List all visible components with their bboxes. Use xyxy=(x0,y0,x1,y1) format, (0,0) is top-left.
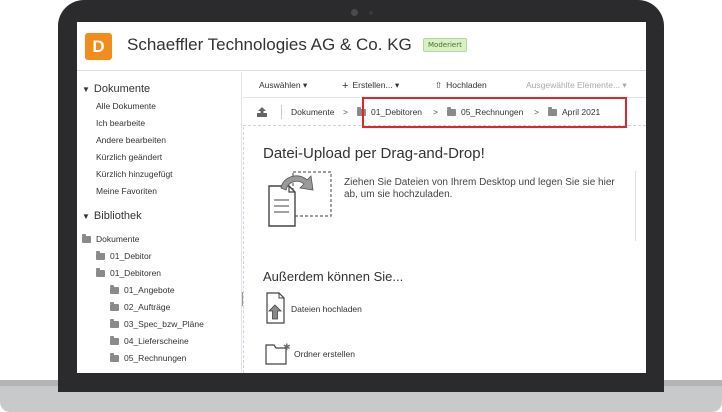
tree-item[interactable]: 05_Rechnungen xyxy=(110,353,186,363)
sidebar-section-library[interactable]: ▼ Bibliothek xyxy=(82,210,142,222)
create-folder-link[interactable]: Ordner erstellen xyxy=(294,349,355,359)
create-menu-button[interactable]: + Erstellen... ▾ xyxy=(342,80,399,92)
sidebar-link-favorites[interactable]: Meine Favoriten xyxy=(96,186,157,196)
folder-open-icon xyxy=(110,353,119,362)
sidebar-section-label: Dokumente xyxy=(93,83,151,95)
screen: D Schaeffler Technologies AG & Co. KG Mo… xyxy=(77,22,646,373)
select-menu-button[interactable]: Auswählen ▾ xyxy=(259,80,307,91)
divider xyxy=(281,105,282,119)
upload-button[interactable]: ⇧ Hochladen xyxy=(435,80,487,91)
site-title[interactable]: Schaeffler Technologies AG & Co. KG xyxy=(127,35,412,55)
sidebar-link-all-documents[interactable]: Alle Dokumente xyxy=(96,101,156,111)
sidebar-section-label: Bibliothek xyxy=(93,210,142,222)
create-folder-icon[interactable]: ✱ xyxy=(264,339,291,367)
toolbar: Auswählen ▾ + Erstellen... ▾ ⇧ Hochladen A… xyxy=(243,72,646,98)
tree-item-label: 02_Aufträge xyxy=(124,302,171,312)
tree-item[interactable]: 03_Spec_bzw_Pläne xyxy=(110,319,204,329)
upload-file-icon[interactable] xyxy=(264,292,286,324)
laptop-frame: D Schaeffler Technologies AG & Co. KG Mo… xyxy=(0,0,722,412)
sidebar-link-recently-modified[interactable]: Kürzlich geändert xyxy=(96,152,162,162)
divider xyxy=(635,171,636,241)
tree-item-label: 04_Lieferscheine xyxy=(124,336,189,346)
tree-item[interactable]: 02_Aufträge xyxy=(110,302,170,312)
tree-item-label: Dokumente xyxy=(96,234,140,244)
svg-text:✱: ✱ xyxy=(283,343,291,353)
breadcrumb-root[interactable]: Dokumente xyxy=(291,107,334,117)
folder-icon xyxy=(96,251,105,260)
tree-item-label: 01_Debitoren xyxy=(110,268,162,278)
folder-icon xyxy=(110,302,119,311)
tree-item-label: 01_Debitor xyxy=(110,251,152,261)
site-header: D Schaeffler Technologies AG & Co. KG Mo… xyxy=(77,22,646,71)
expand-triangle-icon: ▼ xyxy=(82,212,90,221)
tree-item[interactable]: 04_Lieferscheine xyxy=(110,336,189,346)
folder-icon xyxy=(110,285,119,294)
folder-icon xyxy=(82,234,91,243)
sidebar: ▼ Dokumente Alle Dokumente Ich bearbeite … xyxy=(77,72,242,373)
folder-up-icon[interactable] xyxy=(256,106,268,118)
also-title: Außerdem können Sie... xyxy=(263,269,404,284)
highlight-box xyxy=(362,97,627,128)
expand-triangle-icon: ▼ xyxy=(82,85,90,94)
upload-icon: ⇧ xyxy=(435,80,443,90)
status-badge: Moderiert xyxy=(423,38,467,52)
site-logo[interactable]: D xyxy=(85,33,112,60)
sidebar-link-recently-added[interactable]: Kürzlich hinzugefügt xyxy=(96,169,173,179)
tree-item[interactable]: 01_Debitor xyxy=(96,251,152,261)
folder-open-icon xyxy=(96,268,105,277)
sidebar-section-documents[interactable]: ▼ Dokumente xyxy=(82,83,150,95)
sensor-icon xyxy=(369,11,373,15)
create-label: Erstellen... ▾ xyxy=(352,80,400,90)
upload-title: Datei-Upload per Drag-and-Drop! xyxy=(263,145,485,162)
folder-icon xyxy=(110,336,119,345)
tree-item[interactable]: 01_Debitoren xyxy=(96,268,161,278)
breadcrumb-separator: > xyxy=(343,107,348,117)
sidebar-link-others-edit[interactable]: Andere bearbeiten xyxy=(96,135,166,145)
tree-item-label: 03_Spec_bzw_Pläne xyxy=(124,319,204,329)
tree-item[interactable]: Dokumente xyxy=(82,234,139,244)
folder-icon xyxy=(110,319,119,328)
sidebar-link-i-edit[interactable]: Ich bearbeite xyxy=(96,118,145,128)
drag-drop-icon xyxy=(268,171,332,227)
tree-item-label: 05_Rechnungen xyxy=(124,353,187,363)
plus-icon: + xyxy=(342,80,349,92)
upload-label: Hochladen xyxy=(446,80,487,90)
upload-drop-zone[interactable]: Datei-Upload per Drag-and-Drop! Ziehen S… xyxy=(243,127,646,373)
upload-files-link[interactable]: Dateien hochladen xyxy=(291,304,362,314)
tree-item-label: 01_Angebote xyxy=(124,285,175,295)
upload-instructions: Ziehen Sie Dateien von Ihrem Desktop und… xyxy=(344,177,615,200)
selected-items-menu[interactable]: Ausgewählte Elemente... ▾ xyxy=(526,80,627,91)
camera-icon xyxy=(351,9,358,16)
tree-item[interactable]: 01_Angebote xyxy=(110,285,175,295)
